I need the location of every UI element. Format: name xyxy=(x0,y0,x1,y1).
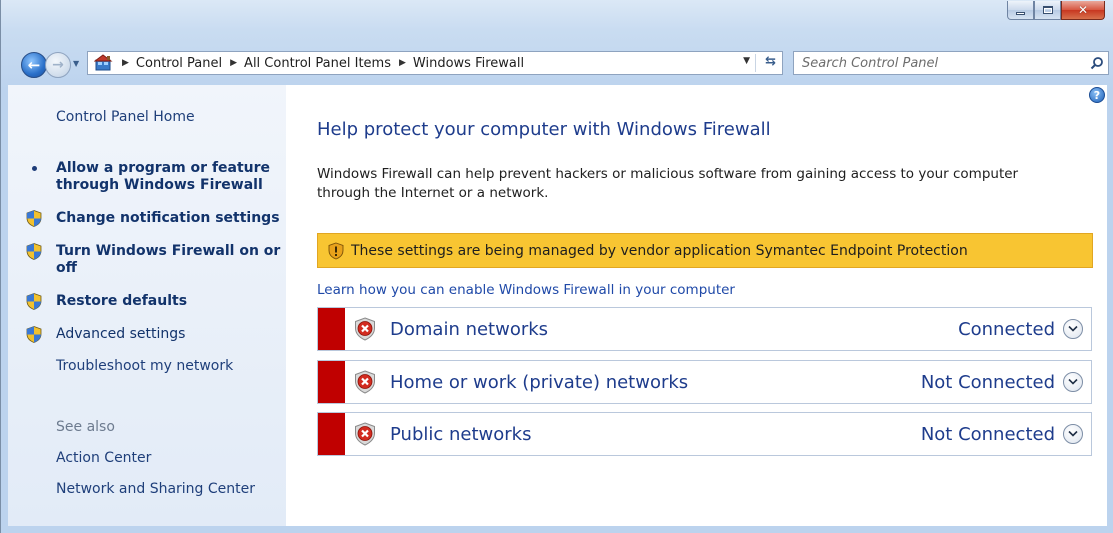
error-shield-icon xyxy=(355,317,375,341)
intro-line: through the Internet or a network. xyxy=(317,185,549,201)
control-panel-window: ✕ ← → ▼ ▶ Control Panel ▶ All Control Pa… xyxy=(0,0,1113,533)
sidebar-item-label-line: Allow a program or feature xyxy=(56,160,271,176)
status-stripe xyxy=(318,361,345,403)
uac-shield-icon xyxy=(26,210,42,227)
address-dropdown-icon[interactable]: ▼ xyxy=(743,56,750,66)
breadcrumb-all-items[interactable]: All Control Panel Items xyxy=(244,56,391,71)
expand-chevron-icon[interactable] xyxy=(1063,372,1083,392)
task-pane: Control Panel Home Allow a program or fe… xyxy=(8,85,286,526)
breadcrumb-separator-icon[interactable]: ▶ xyxy=(230,58,237,68)
breadcrumb: ▶ Control Panel ▶ All Control Panel Item… xyxy=(114,56,524,71)
navigation-bar: ← → ▼ ▶ Control Panel ▶ All Control Pane… xyxy=(1,46,1113,80)
expand-chevron-icon[interactable] xyxy=(1063,424,1083,444)
network-status: Not Connected xyxy=(920,423,1055,445)
sidebar-item-allow-program[interactable]: Allow a program or feature through Window… xyxy=(26,160,270,194)
content-area: Control Panel Home Allow a program or fe… xyxy=(8,85,1107,526)
network-status: Connected xyxy=(958,318,1055,340)
status-stripe xyxy=(318,308,345,350)
sidebar-item-restore-defaults[interactable]: Restore defaults xyxy=(26,293,187,310)
main-panel: ? Help protect your computer with Window… xyxy=(286,85,1107,526)
sidebar-item-label-line: through Windows Firewall xyxy=(56,177,263,193)
forward-button[interactable]: → xyxy=(45,52,71,78)
intro-text: Windows Firewall can help prevent hacker… xyxy=(317,165,1077,203)
uac-shield-icon xyxy=(26,326,42,343)
expand-chevron-icon[interactable] xyxy=(1063,319,1083,339)
minimize-icon xyxy=(1016,11,1025,15)
managed-notice-text: These settings are being managed by vend… xyxy=(351,242,968,259)
sidebar-item-lead xyxy=(26,326,56,343)
sidebar-item-lead xyxy=(26,243,56,260)
sidebar-item-label: Restore defaults xyxy=(56,293,188,309)
bullet-icon xyxy=(32,166,37,171)
warning-shield-icon xyxy=(328,242,344,259)
managed-by-vendor-notice: These settings are being managed by vend… xyxy=(317,233,1093,268)
close-button[interactable]: ✕ xyxy=(1061,1,1105,20)
learn-enable-firewall-link[interactable]: Learn how you can enable Windows Firewal… xyxy=(317,282,735,298)
recent-pages-dropdown[interactable]: ▼ xyxy=(73,58,83,70)
breadcrumb-separator-icon[interactable]: ▶ xyxy=(122,58,129,68)
search-icon[interactable] xyxy=(1086,52,1108,74)
sidebar-item-label-line: off xyxy=(56,260,77,276)
search-box[interactable] xyxy=(793,51,1109,75)
network-status: Not Connected xyxy=(920,371,1055,393)
sidebar-item-advanced-settings[interactable]: Advanced settings xyxy=(26,326,185,343)
breadcrumb-windows-firewall[interactable]: Windows Firewall xyxy=(413,56,524,71)
breadcrumb-separator-icon[interactable]: ▶ xyxy=(399,58,406,68)
intro-line: Windows Firewall can help prevent hacker… xyxy=(317,166,1019,182)
caption-buttons: ✕ xyxy=(1007,1,1105,20)
network-sharing-center-link[interactable]: Network and Sharing Center xyxy=(56,481,255,497)
network-row-domain[interactable]: Domain networks Connected xyxy=(317,307,1092,351)
search-input[interactable] xyxy=(794,55,1086,71)
page-title: Help protect your computer with Windows … xyxy=(317,119,771,140)
address-divider xyxy=(755,54,756,72)
control-panel-icon xyxy=(93,54,114,72)
back-arrow-icon: ← xyxy=(27,56,41,74)
error-shield-icon xyxy=(355,422,375,446)
breadcrumb-control-panel[interactable]: Control Panel xyxy=(136,56,222,71)
uac-shield-icon xyxy=(26,243,42,260)
sidebar-item-label: Advanced settings xyxy=(56,326,186,342)
network-name: Domain networks xyxy=(390,318,549,340)
refresh-icon[interactable]: ⇆ xyxy=(765,54,776,69)
error-shield-icon xyxy=(355,370,375,394)
sidebar-item-lead xyxy=(26,160,56,171)
control-panel-home-link[interactable]: Control Panel Home xyxy=(56,109,195,125)
minimize-button[interactable] xyxy=(1007,1,1034,20)
maximize-icon xyxy=(1042,6,1053,14)
network-name: Public networks xyxy=(390,423,532,445)
sidebar-item-change-notifications[interactable]: Change notification settings xyxy=(26,210,280,227)
see-also-heading: See also xyxy=(56,419,115,435)
sidebar-item-label-line: Turn Windows Firewall on or xyxy=(56,243,281,259)
sidebar-item-label: Change notification settings xyxy=(56,210,280,226)
network-row-public[interactable]: Public networks Not Connected xyxy=(317,412,1092,456)
sidebar-item-turn-firewall-on-off[interactable]: Turn Windows Firewall on or off xyxy=(26,243,280,277)
back-button[interactable]: ← xyxy=(21,52,47,78)
forward-arrow-icon: → xyxy=(52,57,64,73)
window-bottom-border xyxy=(1,526,1113,533)
sidebar-item-label: Turn Windows Firewall on or off xyxy=(56,243,280,277)
maximize-button[interactable] xyxy=(1034,1,1061,20)
action-center-link[interactable]: Action Center xyxy=(56,450,151,466)
network-row-home-work[interactable]: Home or work (private) networks Not Conn… xyxy=(317,360,1092,404)
close-icon: ✕ xyxy=(1077,3,1089,17)
help-icon[interactable]: ? xyxy=(1089,87,1105,103)
status-stripe xyxy=(318,413,345,455)
uac-shield-icon xyxy=(26,293,42,310)
address-bar[interactable]: ▶ Control Panel ▶ All Control Panel Item… xyxy=(87,51,783,75)
sidebar-item-lead xyxy=(26,210,56,227)
sidebar-item-lead xyxy=(26,293,56,310)
network-name: Home or work (private) networks xyxy=(390,371,689,393)
troubleshoot-network-link[interactable]: Troubleshoot my network xyxy=(56,358,233,374)
sidebar-item-label: Allow a program or feature through Window… xyxy=(56,160,270,194)
